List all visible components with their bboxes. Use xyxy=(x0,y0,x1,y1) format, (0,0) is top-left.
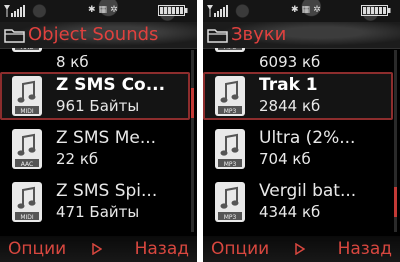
item-size: 22 кб xyxy=(56,150,99,168)
list-item-selected[interactable]: MP3 Trak 1 2844 кб xyxy=(203,72,393,120)
mp3-file-icon: MP3 xyxy=(215,76,245,116)
aac-file-icon: AAC xyxy=(12,48,42,52)
list-item[interactable]: MP3 Vergil bat... 4344 кб xyxy=(203,178,393,226)
scrollbar[interactable] xyxy=(394,50,397,232)
sound-list: MP3 6093 кб MP3 Trak 1 2844 кб MP3 Ultra… xyxy=(203,48,393,234)
item-size: 2844 кб xyxy=(259,97,321,115)
item-name: Trak 1 xyxy=(259,75,318,95)
svg-text:MP3: MP3 xyxy=(224,214,237,221)
gprs-icon: ▦ xyxy=(301,5,311,15)
svg-text:MP3: MP3 xyxy=(224,48,237,51)
phone-screen-object-sounds: ✱ ▦ ✲ Object Sounds AAC 8 кб MIDI Z SMS … xyxy=(0,0,197,262)
item-name: Ultra (2%... xyxy=(259,128,356,148)
list-item[interactable]: AAC Z SMS Me... 22 кб xyxy=(0,125,190,173)
title-bar: Object Sounds xyxy=(0,22,197,49)
svg-text:MIDI: MIDI xyxy=(20,214,34,221)
play-arrow-icon[interactable] xyxy=(295,243,305,255)
silent-icon: ✱ xyxy=(88,5,96,15)
svg-text:AAC: AAC xyxy=(21,48,33,51)
item-size: 4344 кб xyxy=(259,203,321,221)
page-title: Object Sounds xyxy=(28,24,159,45)
scrollbar-thumb[interactable] xyxy=(191,88,194,118)
midi-file-icon: MIDI xyxy=(12,182,42,222)
phone-screen-sounds: ✱ ▦ ✲ Звуки MP3 6093 кб MP3 Trak 1 2844 … xyxy=(203,0,400,262)
page-title: Звуки xyxy=(231,24,287,45)
item-size: 6093 кб xyxy=(259,53,321,71)
sound-list: AAC 8 кб MIDI Z SMS Co... 961 Байты AAC … xyxy=(0,48,190,234)
signal-icon xyxy=(207,5,228,17)
gprs-icon: ▦ xyxy=(98,5,108,15)
item-size: 8 кб xyxy=(56,53,89,71)
svg-text:MP3: MP3 xyxy=(224,161,237,168)
back-softkey[interactable]: Назад xyxy=(135,238,189,260)
item-size: 471 Байты xyxy=(56,203,140,221)
folder-icon xyxy=(4,29,25,43)
play-arrow-icon[interactable] xyxy=(92,243,102,255)
item-size: 704 кб xyxy=(259,150,311,168)
list-item[interactable]: MP3 Ultra (2%... 704 кб xyxy=(203,125,393,173)
bluetooth-icon: ✲ xyxy=(313,5,321,15)
svg-text:MP3: MP3 xyxy=(224,108,237,115)
item-name: Z SMS Spi... xyxy=(56,181,158,201)
silent-icon: ✱ xyxy=(291,5,299,15)
softkey-bar: Опции Назад xyxy=(203,236,400,262)
status-bar: ✱ ▦ ✲ xyxy=(203,0,400,22)
options-softkey[interactable]: Опции xyxy=(211,238,269,260)
back-softkey[interactable]: Назад xyxy=(338,238,392,260)
bluetooth-icon: ✲ xyxy=(110,5,118,15)
item-name: Z SMS Co... xyxy=(56,75,166,95)
options-softkey[interactable]: Опции xyxy=(8,238,66,260)
list-item[interactable]: MIDI Z SMS Spi... 471 Байты xyxy=(0,178,190,226)
softkey-bar: Опции Назад xyxy=(0,236,197,262)
mp3-file-icon: MP3 xyxy=(215,48,245,52)
aac-file-icon: AAC xyxy=(12,129,42,169)
signal-icon xyxy=(4,5,25,17)
battery-icon xyxy=(158,5,188,16)
item-name: Z SMS Me... xyxy=(56,128,157,148)
item-name: Vergil bat... xyxy=(259,181,357,201)
battery-icon xyxy=(361,5,391,16)
scrollbar[interactable] xyxy=(191,50,194,232)
mp3-file-icon: MP3 xyxy=(215,129,245,169)
scrollbar-thumb[interactable] xyxy=(394,187,397,217)
mp3-file-icon: MP3 xyxy=(215,182,245,222)
svg-text:AAC: AAC xyxy=(21,161,33,168)
item-size: 961 Байты xyxy=(56,97,140,115)
status-bar: ✱ ▦ ✲ xyxy=(0,0,197,22)
folder-icon xyxy=(207,29,228,43)
list-item-selected[interactable]: MIDI Z SMS Co... 961 Байты xyxy=(0,72,190,120)
title-bar: Звуки xyxy=(203,22,400,49)
svg-text:MIDI: MIDI xyxy=(20,108,34,115)
midi-file-icon: MIDI xyxy=(12,76,42,116)
